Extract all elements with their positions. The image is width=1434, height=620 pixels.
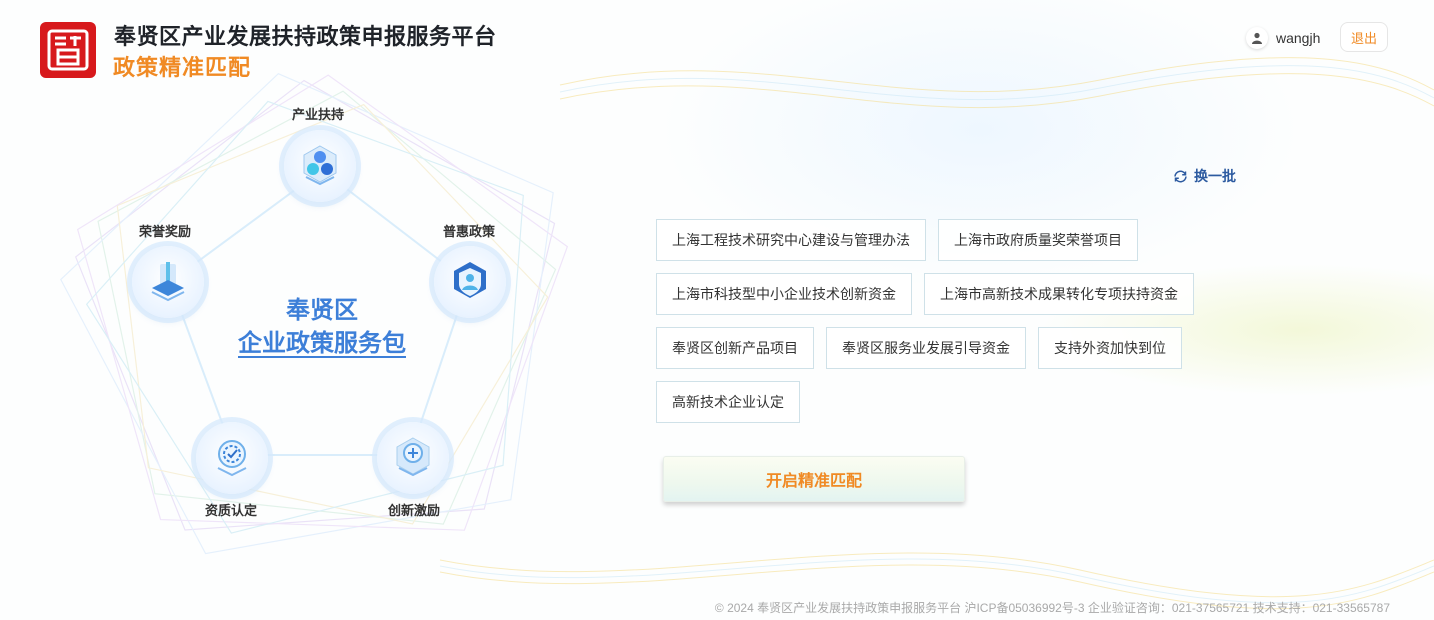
policy-tag[interactable]: 奉贤区服务业发展引导资金 [826, 327, 1026, 369]
user-info: wangjh [1246, 26, 1320, 50]
tag-row: 上海工程技术研究中心建设与管理办法 上海市政府质量奖荣誉项目 [656, 219, 1216, 261]
policy-tag-list: 上海工程技术研究中心建设与管理办法 上海市政府质量奖荣誉项目 上海市科技型中小企… [656, 219, 1216, 435]
user-icon [1246, 27, 1268, 49]
page-subtitle: 政策精准匹配 [113, 56, 252, 81]
policy-tag[interactable]: 高新技术企业认定 [656, 381, 800, 423]
certification-icon[interactable] [196, 422, 268, 494]
industry-support-icon[interactable] [284, 130, 356, 202]
refresh-label: 换一批 [1194, 169, 1236, 185]
footer-copyright: © 2024 奉贤区产业发展扶持政策申报服务平台 沪ICP备05036992号-… [714, 601, 1390, 615]
node-label-inclusive-policy[interactable]: 普惠政策 [443, 221, 495, 240]
wheel-center-link[interactable]: 企业政策服务包 [238, 323, 406, 358]
logout-button[interactable]: 退出 [1340, 22, 1388, 52]
policy-tag[interactable]: 上海市高新技术成果转化专项扶持资金 [924, 273, 1194, 315]
node-label-innovation[interactable]: 创新激励 [388, 500, 440, 519]
node-label-honor[interactable]: 荣誉奖励 [139, 221, 191, 240]
seal-logo [40, 22, 96, 78]
honor-icon[interactable] [132, 246, 204, 318]
username: wangjh [1276, 30, 1321, 46]
policy-tag[interactable]: 上海市科技型中小企业技术创新资金 [656, 273, 912, 315]
policy-tag[interactable]: 上海市政府质量奖荣誉项目 [938, 219, 1138, 261]
tag-row: 奉贤区创新产品项目 奉贤区服务业发展引导资金 支持外资加快到位 [656, 327, 1216, 369]
tag-row: 上海市科技型中小企业技术创新资金 上海市高新技术成果转化专项扶持资金 [656, 273, 1216, 315]
innovation-icon[interactable] [377, 422, 449, 494]
refresh-button[interactable]: 换一批 [1172, 166, 1236, 186]
start-matching-button[interactable]: 开启精准匹配 [663, 456, 965, 502]
refresh-icon [1174, 170, 1187, 182]
wheel-center-title: 奉贤区 [286, 296, 358, 324]
header: 奉贤区产业发展扶持政策申报服务平台 政策精准匹配 wangjh 退出 [0, 0, 1434, 81]
platform-title: 奉贤区产业发展扶持政策申报服务平台 [114, 25, 497, 50]
policy-tag[interactable]: 上海工程技术研究中心建设与管理办法 [656, 219, 926, 261]
node-label-certification[interactable]: 资质认定 [205, 500, 257, 519]
policy-tag[interactable]: 支持外资加快到位 [1038, 327, 1182, 369]
shield-policy-icon[interactable] [434, 246, 506, 318]
policy-tag[interactable]: 奉贤区创新产品项目 [656, 327, 814, 369]
tag-row: 高新技术企业认定 [656, 381, 1216, 423]
node-label-industry-support[interactable]: 产业扶持 [292, 104, 344, 123]
